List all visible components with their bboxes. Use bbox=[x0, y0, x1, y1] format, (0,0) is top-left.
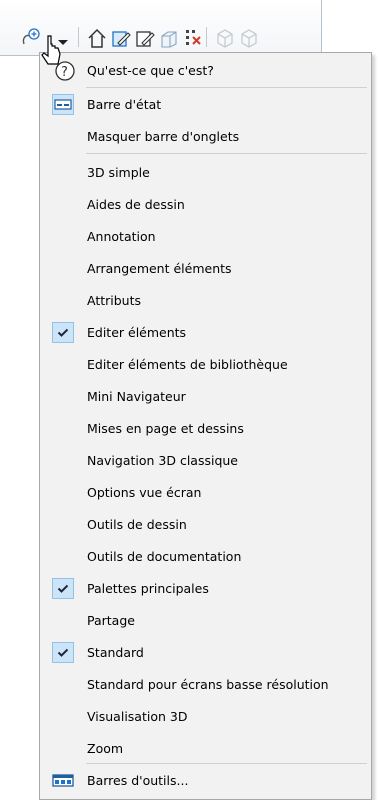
grid-x-icon[interactable] bbox=[182, 26, 204, 50]
menu-item-label: Mini Navigateur bbox=[87, 389, 186, 404]
menu-separator bbox=[86, 763, 367, 764]
menu-item-barres-outils[interactable]: Barres d'outils... bbox=[41, 765, 370, 797]
menu-item-label: Palettes principales bbox=[87, 581, 209, 596]
menu-item-label: Attributs bbox=[87, 293, 142, 308]
menu-item-visualisation-3d[interactable]: Visualisation 3D bbox=[41, 701, 370, 733]
menu-item-outils-documentation[interactable]: Outils de documentation bbox=[41, 541, 370, 573]
toolbars-icon bbox=[52, 771, 74, 791]
house-icon[interactable] bbox=[86, 26, 108, 50]
menu-item-aides-dessin[interactable]: Aides de dessin bbox=[41, 189, 370, 221]
menu-separator bbox=[86, 87, 367, 88]
menu-item-annotation[interactable]: Annotation bbox=[41, 221, 370, 253]
menu-item-mini-navigateur[interactable]: Mini Navigateur bbox=[41, 381, 370, 413]
toolbar-context-menu: Qu'est-ce que c'est? Barre d'état Masque… bbox=[39, 52, 372, 800]
menu-item-editer-elements-bibliotheque[interactable]: Editer éléments de bibliothèque bbox=[41, 349, 370, 381]
menu-item-label: Outils de dessin bbox=[87, 517, 187, 532]
menu-item-label: Visualisation 3D bbox=[87, 709, 188, 724]
menu-item-label: Barres d'outils... bbox=[87, 773, 189, 788]
menu-item-label: Zoom bbox=[87, 741, 124, 756]
menu-item-attributs[interactable]: Attributs bbox=[41, 285, 370, 317]
statusbar-icon bbox=[52, 94, 74, 115]
menu-item-label: Qu'est-ce que c'est? bbox=[87, 63, 214, 78]
checkmark-icon bbox=[52, 322, 74, 343]
checkmark-icon bbox=[52, 578, 74, 599]
menu-item-label: Arrangement éléments bbox=[87, 261, 232, 276]
menu-item-whats-this[interactable]: Qu'est-ce que c'est? bbox=[41, 55, 370, 87]
menu-item-barre-etat[interactable]: Barre d'état bbox=[41, 89, 370, 121]
menu-item-label: Mises en page et dessins bbox=[87, 421, 244, 436]
menu-item-editer-elements[interactable]: Editer éléments bbox=[41, 317, 370, 349]
menu-item-label: Annotation bbox=[87, 229, 156, 244]
cube-1-icon bbox=[214, 26, 236, 50]
menu-separator bbox=[86, 153, 367, 154]
menu-item-standard-basse-resolution[interactable]: Standard pour écrans basse résolution bbox=[41, 669, 370, 701]
menu-item-zoom[interactable]: Zoom bbox=[41, 733, 370, 765]
checkmark-icon bbox=[52, 642, 74, 663]
menu-item-mises-en-page[interactable]: Mises en page et dessins bbox=[41, 413, 370, 445]
menu-item-outils-dessin[interactable]: Outils de dessin bbox=[41, 509, 370, 541]
menu-item-label: Outils de documentation bbox=[87, 549, 242, 564]
menu-item-label: Partage bbox=[87, 613, 135, 628]
menu-item-label: Navigation 3D classique bbox=[87, 453, 238, 468]
menu-item-label: Editer éléments bbox=[87, 325, 187, 340]
menu-item-navigation-3d[interactable]: Navigation 3D classique bbox=[41, 445, 370, 477]
menu-item-options-vue-ecran[interactable]: Options vue écran bbox=[41, 477, 370, 509]
menu-item-label: Standard pour écrans basse résolution bbox=[87, 677, 329, 692]
menu-item-standard[interactable]: Standard bbox=[41, 637, 370, 669]
menu-item-3d-simple[interactable]: 3D simple bbox=[41, 157, 370, 189]
edit-element-icon[interactable] bbox=[110, 26, 132, 50]
menu-item-label: Standard bbox=[87, 645, 144, 660]
menu-item-label: 3D simple bbox=[87, 165, 150, 180]
mouse-pointer-icon bbox=[38, 34, 68, 74]
menu-item-partage[interactable]: Partage bbox=[41, 605, 370, 637]
menu-item-arrangement-elements[interactable]: Arrangement éléments bbox=[41, 253, 370, 285]
menu-item-label: Editer éléments de bibliothèque bbox=[87, 357, 288, 372]
edit-element-2-icon[interactable] bbox=[134, 26, 156, 50]
menu-item-label: Aides de dessin bbox=[87, 197, 185, 212]
box-icon[interactable] bbox=[158, 26, 180, 50]
toolbar-separator bbox=[206, 27, 207, 47]
menu-item-label: Barre d'état bbox=[87, 97, 162, 112]
menu-item-label: Options vue écran bbox=[87, 485, 202, 500]
cube-2-icon bbox=[238, 26, 260, 50]
menu-item-label: Masquer barre d'onglets bbox=[87, 129, 240, 144]
menu-item-masquer-barre-onglets[interactable]: Masquer barre d'onglets bbox=[41, 121, 370, 153]
toolbar-separator bbox=[78, 27, 79, 47]
menu-item-palettes-principales[interactable]: Palettes principales bbox=[41, 573, 370, 605]
